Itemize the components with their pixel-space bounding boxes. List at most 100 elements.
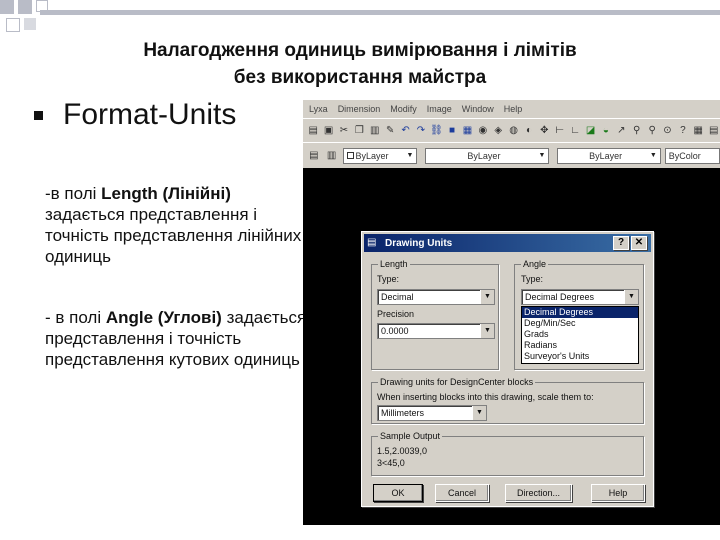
calculator-icon[interactable]: ◐ bbox=[523, 124, 535, 138]
layer-combo[interactable]: ByLayer ▼ bbox=[342, 147, 418, 164]
angle-type-label: Type: bbox=[521, 274, 544, 284]
angle-group: Angle Type: Decimal Degrees ▼ Decimal De… bbox=[514, 259, 644, 370]
cut-icon[interactable]: ✂ bbox=[338, 124, 350, 138]
lineweight-combo[interactable]: ByLayer ▼ bbox=[557, 147, 661, 164]
help-dialog-button[interactable]: Help bbox=[591, 484, 645, 502]
length-type-value: Decimal bbox=[381, 292, 414, 302]
linetype-combo[interactable]: ByLayer ▼ bbox=[425, 147, 550, 164]
paste-icon[interactable]: ▥ bbox=[369, 124, 381, 138]
color-combo[interactable]: ByColor bbox=[664, 147, 720, 164]
designcenter-group-label: Drawing units for DesignCenter blocks bbox=[378, 377, 536, 387]
angle-option[interactable]: Surveyor's Units bbox=[522, 351, 638, 362]
designcenter-label: When inserting blocks into this drawing,… bbox=[377, 392, 594, 402]
pan-icon[interactable]: ✥ bbox=[538, 124, 550, 138]
layer-combo-value: ByLayer bbox=[355, 150, 389, 161]
zoom-window-icon[interactable]: ⚲ bbox=[631, 124, 643, 138]
zoom-previous-icon[interactable]: ⊙ bbox=[661, 124, 673, 138]
properties-toolbar: ▤ ▥ ByLayer ▼ ByLayer ▼ ByLayer ▼ ByColo… bbox=[303, 142, 720, 168]
chevron-down-icon: ▼ bbox=[472, 406, 486, 420]
precision-select[interactable]: 0.0000 ▼ bbox=[377, 323, 495, 339]
copy-icon[interactable]: ❐ bbox=[353, 124, 365, 138]
close-button[interactable]: ✕ bbox=[631, 236, 647, 250]
grid-icon[interactable]: ▤ bbox=[707, 124, 719, 138]
units-icon: ▤ bbox=[367, 237, 377, 248]
layer-previous-icon[interactable]: ▥ bbox=[325, 149, 339, 163]
menu-item[interactable]: Help bbox=[504, 104, 523, 114]
markup-icon[interactable]: ◍ bbox=[507, 124, 519, 138]
angle-option[interactable]: Radians bbox=[522, 340, 638, 351]
precision-value: 0.0000 bbox=[381, 326, 409, 336]
slide-decoration bbox=[0, 0, 60, 40]
properties-icon[interactable]: ■ bbox=[446, 124, 458, 138]
menu-item[interactable]: Window bbox=[462, 104, 494, 114]
sample-output-group: Sample Output 1.5,2.0039,0 3<45,0 bbox=[371, 431, 644, 476]
zoom-realtime-icon[interactable]: ⚲ bbox=[646, 124, 658, 138]
menu-item[interactable]: Modify bbox=[390, 104, 417, 114]
tool-palettes-icon[interactable]: ◉ bbox=[477, 124, 489, 138]
match-properties-icon[interactable]: ✎ bbox=[384, 124, 396, 138]
cancel-button[interactable]: Cancel bbox=[435, 484, 489, 502]
menu-item[interactable]: Dimension bbox=[338, 104, 381, 114]
help-button[interactable]: ? bbox=[613, 236, 629, 250]
length-desc-rest: задається представлення і точність предс… bbox=[45, 205, 302, 266]
length-desc-bold: Length (Лінійні) bbox=[101, 184, 231, 203]
length-type-select[interactable]: Decimal ▼ bbox=[377, 289, 495, 305]
undo-icon[interactable]: ↶ bbox=[399, 124, 411, 138]
angle-group-label: Angle bbox=[521, 259, 549, 269]
dimension-icon[interactable]: ⊢ bbox=[554, 124, 566, 138]
lineweight-combo-value: ByLayer bbox=[589, 150, 623, 161]
angle-type-select[interactable]: Decimal Degrees ▼ bbox=[521, 289, 639, 305]
linetype-combo-value: ByLayer bbox=[467, 150, 501, 161]
standard-toolbar: ▤ ▣ ✂ ❐ ▥ ✎ ↶ ↷ ⛓ ■ ▦ ◉ ◈ ◍ ◐ ✥ ⊢ ∟ ◪ ◒ … bbox=[303, 118, 720, 142]
menu-bar: Lyxa Dimension Modify Image Window Help bbox=[303, 100, 720, 118]
chevron-down-icon: ▼ bbox=[480, 324, 494, 338]
preview-icon[interactable]: ▣ bbox=[322, 124, 334, 138]
arrow-icon[interactable]: ↗ bbox=[615, 124, 627, 138]
chevron-down-icon: ▼ bbox=[480, 290, 494, 304]
direction-button[interactable]: Direction... bbox=[505, 484, 572, 502]
dialog-titlebar[interactable]: ▤ Drawing Units bbox=[364, 234, 651, 252]
length-desc-prefix: -в полі bbox=[45, 184, 102, 203]
precision-label: Precision bbox=[377, 309, 415, 319]
bullet-text: Format-Units bbox=[63, 98, 237, 131]
bullet-item: Format-Units bbox=[34, 98, 236, 132]
layer-icon[interactable]: ◪ bbox=[584, 124, 596, 138]
chevron-down-icon: ▼ bbox=[538, 152, 546, 159]
menu-item[interactable]: Image bbox=[427, 104, 452, 114]
layer-manager-icon[interactable]: ▤ bbox=[307, 149, 321, 163]
print-icon[interactable]: ▤ bbox=[307, 124, 319, 138]
angle-type-dropdown-list: Decimal Degrees Deg/Min/Sec Grads Radian… bbox=[521, 306, 639, 364]
sheet-set-icon[interactable]: ◈ bbox=[492, 124, 504, 138]
chevron-down-icon: ▼ bbox=[406, 152, 414, 159]
length-type-label: Type: bbox=[377, 274, 400, 284]
sample-line-2: 3<45,0 bbox=[377, 458, 405, 468]
color-swatch-icon bbox=[346, 152, 354, 159]
designcenter-units-select[interactable]: Millimeters ▼ bbox=[377, 405, 487, 421]
ok-button[interactable]: OK bbox=[373, 484, 423, 502]
slide-title: Налагодження одиниць вимірювання і ліміт… bbox=[40, 37, 680, 91]
length-description: -в полі Length (Лінійні) задається предс… bbox=[45, 183, 310, 267]
table-icon[interactable]: ▦ bbox=[692, 124, 704, 138]
render-icon[interactable]: ◒ bbox=[600, 124, 612, 138]
drawing-units-dialog: ▤ Drawing Units ? ✕ Length Type: Decimal… bbox=[361, 231, 654, 507]
angle-type-value: Decimal Degrees bbox=[525, 292, 595, 302]
length-group-label: Length bbox=[378, 259, 410, 269]
menu-item[interactable]: Lyxa bbox=[309, 104, 328, 114]
angle-option[interactable]: Decimal Degrees bbox=[522, 307, 638, 318]
help-icon[interactable]: ? bbox=[677, 124, 689, 138]
angle-description: - в полі Angle (Углові) задається предст… bbox=[45, 307, 310, 370]
chevron-down-icon: ▼ bbox=[624, 290, 638, 304]
angle-option[interactable]: Deg/Min/Sec bbox=[522, 318, 638, 329]
slide-title-line2: без використання майстра bbox=[233, 67, 487, 88]
slide-title-line1: Налагодження одиниць вимірювання і ліміт… bbox=[143, 40, 577, 61]
color-combo-value: ByColor bbox=[668, 150, 701, 161]
sample-output-label: Sample Output bbox=[378, 431, 443, 441]
ucs-icon[interactable]: ∟ bbox=[569, 124, 581, 138]
square-bullet-icon bbox=[34, 110, 43, 120]
redo-icon[interactable]: ↷ bbox=[415, 124, 427, 138]
angle-option[interactable]: Grads bbox=[522, 329, 638, 340]
chevron-down-icon: ▼ bbox=[649, 152, 657, 159]
hyperlink-icon[interactable]: ⛓ bbox=[430, 124, 443, 138]
title-rule bbox=[40, 10, 720, 15]
designcenter-icon[interactable]: ▦ bbox=[461, 124, 473, 138]
